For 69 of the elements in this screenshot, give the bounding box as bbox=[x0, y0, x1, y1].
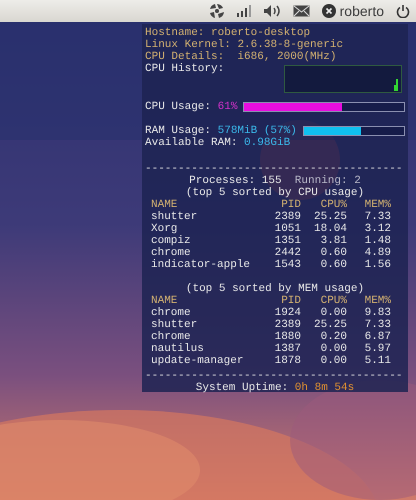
mail-icon[interactable] bbox=[292, 5, 310, 17]
table-cell-text: shutter bbox=[151, 319, 198, 331]
table-cell-text: 0.60 bbox=[320, 259, 347, 271]
table-cell-text: 0.00 bbox=[320, 343, 347, 355]
table-cell-text: 25.25 bbox=[312, 319, 347, 331]
process-count: Processes: 155 bbox=[189, 175, 282, 187]
table-cell-text: shutter bbox=[151, 211, 198, 223]
uptime-label: System Uptime: 0h 8m 54s bbox=[196, 382, 354, 394]
column-header: NAME bbox=[151, 295, 178, 307]
column-header: PID bbox=[280, 295, 301, 307]
user-menu[interactable]: roberto bbox=[322, 0, 384, 22]
signal-icon[interactable] bbox=[236, 5, 251, 17]
column-header: PID bbox=[280, 199, 301, 211]
table-cell-text: chrome bbox=[151, 331, 192, 343]
table-cell-text: Xorg bbox=[151, 223, 178, 235]
table-cell-text: 2389 bbox=[274, 319, 301, 331]
table-cell-text: 2389 bbox=[274, 211, 301, 223]
column-header: MEM% bbox=[364, 295, 391, 307]
running-count: Running: 2 bbox=[294, 175, 361, 187]
table-cell-text: 25.25 bbox=[312, 211, 347, 223]
table-cell-text: 1351 bbox=[274, 235, 301, 247]
table-caption: (top 5 sorted by MEM usage) bbox=[184, 283, 366, 295]
table-cell-text: indicator-apple bbox=[151, 259, 252, 271]
speaker-icon[interactable] bbox=[262, 4, 281, 18]
status-icon bbox=[322, 4, 336, 18]
system-info-line: Linux Kernel: 2.6.38-8-generic bbox=[145, 39, 344, 51]
table-cell-text: 1878 bbox=[274, 355, 301, 367]
table-cell-text: 1051 bbox=[274, 223, 301, 235]
table-cell-text: 7.33 bbox=[364, 211, 391, 223]
table-cell-text: 18.04 bbox=[312, 223, 347, 235]
divider-line: --------------------------------------- bbox=[145, 163, 404, 175]
table-cell-text: 0.00 bbox=[320, 355, 347, 367]
table-caption: (top 5 sorted by CPU usage) bbox=[184, 187, 366, 199]
table-cell-text: 1543 bbox=[274, 259, 301, 271]
table-cell-text: 3.81 bbox=[320, 235, 347, 247]
system-info-line: CPU Details: i686, 2000(MHz) bbox=[145, 51, 338, 63]
cpu-history-label: CPU History: bbox=[145, 63, 224, 75]
table-cell-text: 5.11 bbox=[364, 355, 391, 367]
table-cell-text: 1924 bbox=[274, 307, 301, 319]
table-cell-text: 2442 bbox=[274, 247, 301, 259]
swirl-icon[interactable] bbox=[208, 3, 225, 19]
available-ram-label: Available RAM: 0.98GiB bbox=[145, 137, 292, 149]
table-cell-text: 0.00 bbox=[320, 307, 347, 319]
column-header: CPU% bbox=[320, 199, 347, 211]
table-cell-text: 4.89 bbox=[364, 247, 391, 259]
table-cell-text: 1.56 bbox=[364, 259, 391, 271]
table-cell-text: 6.87 bbox=[364, 331, 391, 343]
table-cell-text: compiz bbox=[151, 235, 192, 247]
table-cell-text: 1.48 bbox=[364, 235, 391, 247]
column-header: CPU% bbox=[320, 295, 347, 307]
table-cell-text: nautilus bbox=[151, 343, 205, 355]
column-header: NAME bbox=[151, 199, 178, 211]
table-cell-text: update-manager bbox=[151, 355, 244, 367]
table-cell-text: 0.60 bbox=[320, 247, 347, 259]
power-icon[interactable] bbox=[396, 4, 410, 18]
column-header: MEM% bbox=[364, 199, 391, 211]
table-cell-text: 5.97 bbox=[364, 343, 391, 355]
table-cell-text: 1880 bbox=[274, 331, 301, 343]
divider-line: --------------------------------------- bbox=[145, 370, 404, 382]
table-cell-text: 3.12 bbox=[364, 223, 391, 235]
ram-usage-label: RAM Usage: 578MiB (57%) bbox=[145, 125, 297, 137]
table-cell-text: chrome bbox=[151, 247, 192, 259]
table-cell-text: 9.83 bbox=[364, 307, 391, 319]
table-cell-text: 0.20 bbox=[320, 331, 347, 343]
table-cell-text: 1387 bbox=[274, 343, 301, 355]
cpu-usage-label: CPU Usage: 61% bbox=[145, 101, 238, 113]
system-info-line: Hostname: roberto-desktop bbox=[145, 27, 312, 39]
table-cell-text: chrome bbox=[151, 307, 192, 319]
table-cell-text: 7.33 bbox=[364, 319, 391, 331]
